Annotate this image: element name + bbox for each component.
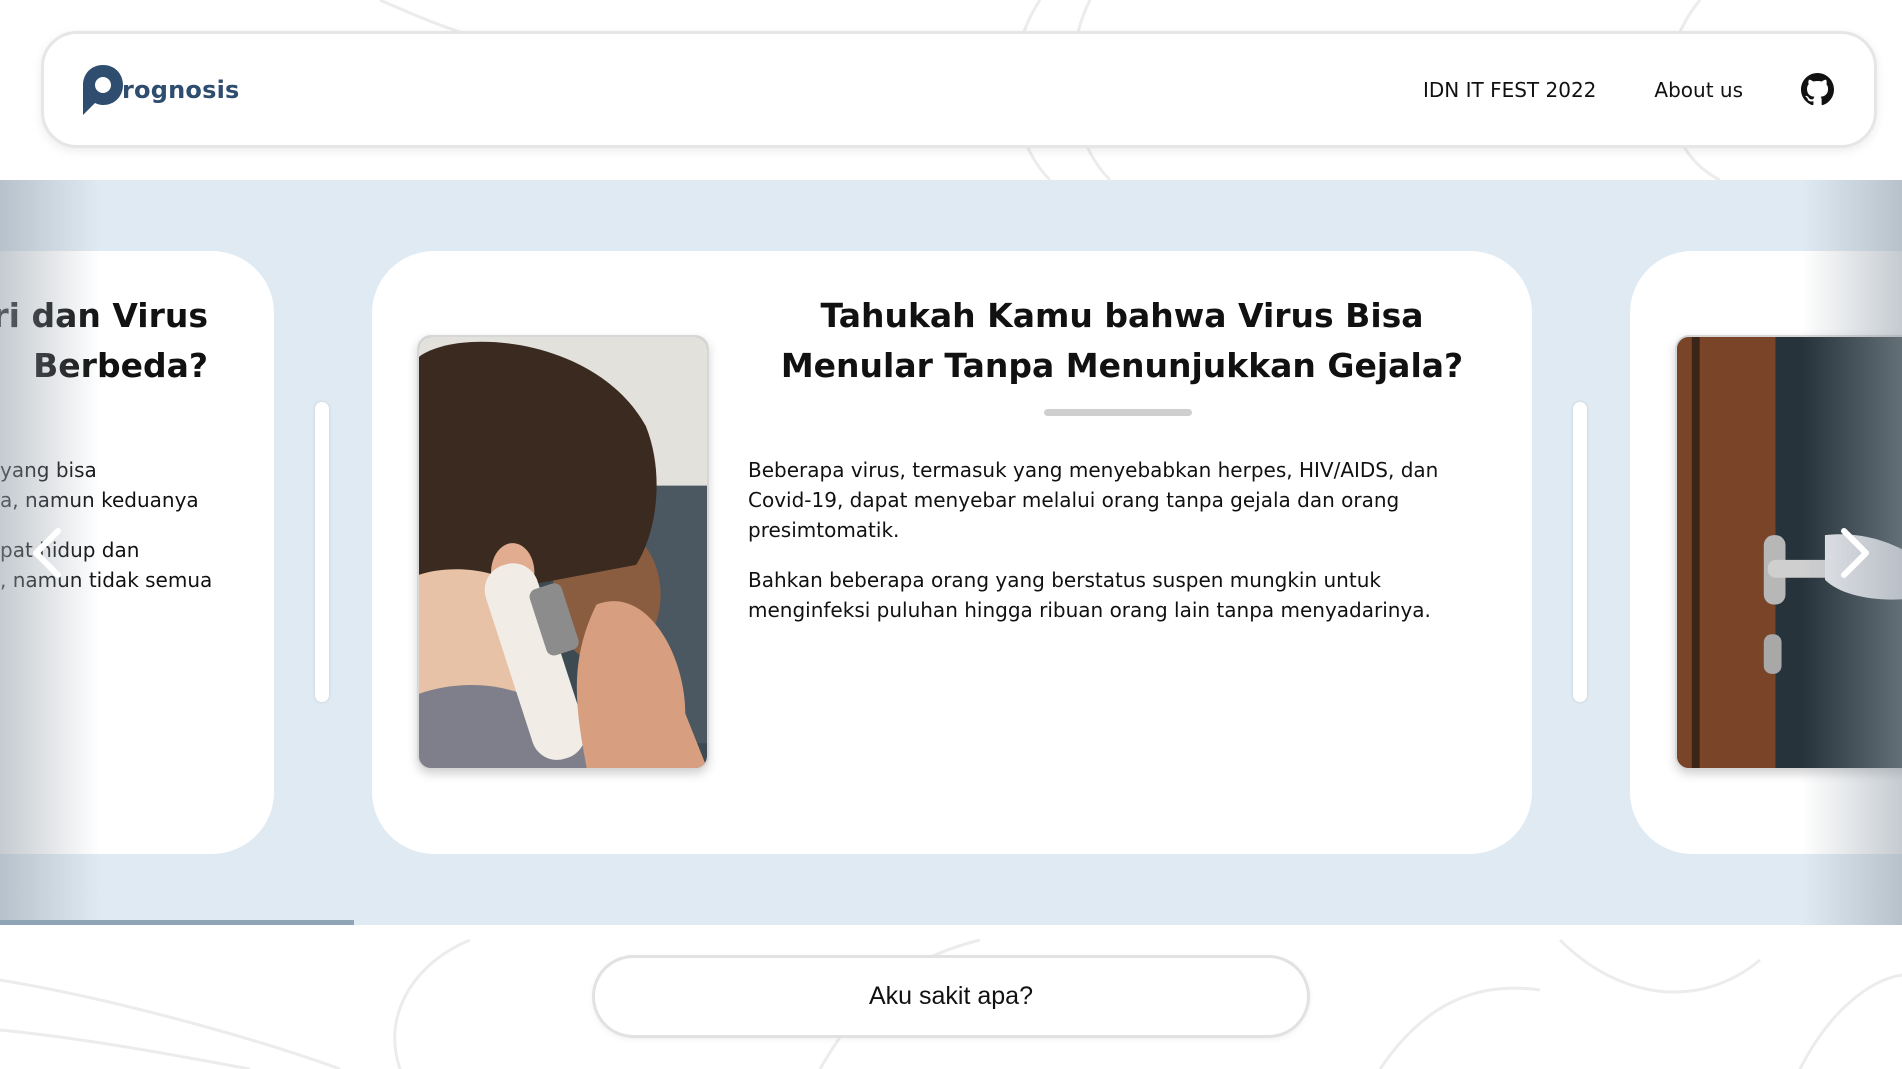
active-card-paragraph-2: Bahkan beberapa orang yang berstatus sus… bbox=[748, 568, 1431, 622]
nav-link-idn-it-fest[interactable]: IDN IT FEST 2022 bbox=[1423, 78, 1596, 102]
thermometer-ear-photo bbox=[417, 335, 709, 770]
github-icon[interactable] bbox=[1801, 73, 1834, 106]
logo-mark-icon bbox=[83, 64, 123, 115]
slide-divider-right bbox=[1573, 402, 1587, 702]
carousel-prev-button[interactable] bbox=[28, 523, 68, 583]
carousel-card-active: Tahukah Kamu bahwa Virus Bisa Menular Ta… bbox=[372, 251, 1532, 854]
fact-carousel: eri dan Virus Berbeda? yang bisaa, namun… bbox=[0, 180, 1902, 925]
logo-text: rognosis bbox=[122, 75, 240, 104]
active-card-paragraph-1: Beberapa virus, termasuk yang menyebabka… bbox=[748, 458, 1439, 542]
nav-link-about-us[interactable]: About us bbox=[1654, 78, 1743, 102]
previous-card-paragraph: yang bisa a, namun keduanya bbox=[0, 458, 199, 512]
active-card-body: Beberapa virus, termasuk yang menyebabka… bbox=[748, 455, 1468, 645]
chevron-left-icon bbox=[33, 528, 61, 578]
page: rognosis IDN IT FEST 2022 About us eri d… bbox=[0, 0, 1902, 1069]
site-header: rognosis IDN IT FEST 2022 About us bbox=[41, 31, 1877, 148]
carousel-progress-fill bbox=[0, 920, 354, 925]
slide-divider-left bbox=[315, 402, 329, 702]
logo[interactable]: rognosis bbox=[80, 63, 239, 117]
title-underline bbox=[1044, 409, 1192, 416]
chevron-right-icon bbox=[1841, 528, 1869, 578]
carousel-progress-track bbox=[0, 920, 1902, 925]
diagnose-button[interactable]: Aku sakit apa? bbox=[592, 955, 1310, 1038]
previous-card-title: eri dan Virus Berbeda? bbox=[0, 296, 208, 385]
carousel-next-button[interactable] bbox=[1834, 523, 1874, 583]
active-card-title: Tahukah Kamu bahwa Virus Bisa Menular Ta… bbox=[780, 296, 1464, 385]
main-nav: IDN IT FEST 2022 About us bbox=[1423, 73, 1838, 106]
